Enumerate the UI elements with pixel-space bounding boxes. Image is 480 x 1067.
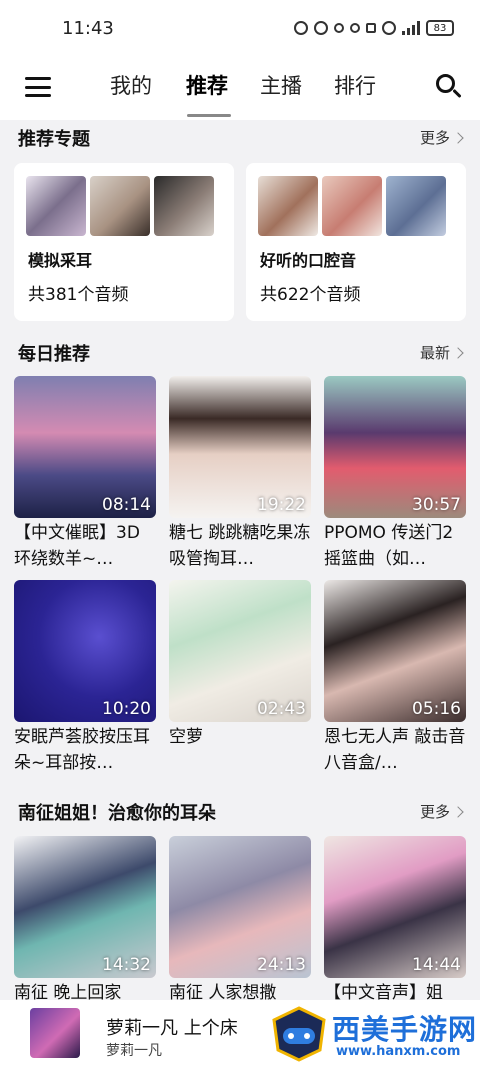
video-card[interactable]: 08:14 【中文催眠】3D环绕数羊~… <box>14 376 156 572</box>
tab-ranking[interactable]: 排行 <box>334 70 376 100</box>
video-thumbnail: 10:20 <box>14 580 156 722</box>
more-label: 更多 <box>419 129 450 147</box>
menu-icon[interactable] <box>25 77 51 97</box>
topic-thumbnails <box>258 176 446 236</box>
video-thumbnail: 05:16 <box>324 580 466 722</box>
section-title-topics: 推荐专题 <box>18 129 90 150</box>
section-title-nanzheng: 南征姐姐！治愈你的耳朵 <box>18 803 216 824</box>
video-duration: 19:22 <box>257 495 306 515</box>
topic-count: 共622个音频 <box>260 285 361 305</box>
watermark-text: 西美手游网 <box>332 1013 478 1046</box>
tab-mine[interactable]: 我的 <box>110 70 152 100</box>
latest-button[interactable]: 最新 <box>419 342 464 363</box>
latest-label: 最新 <box>419 344 450 362</box>
video-duration: 02:43 <box>257 699 306 719</box>
video-duration: 14:32 <box>102 955 151 975</box>
player-artist: 萝莉一凡 <box>106 1043 162 1059</box>
chevron-right-icon <box>452 805 464 818</box>
battery-icon: 83 <box>426 20 454 36</box>
active-tab-indicator <box>187 114 231 117</box>
status-time: 11:43 <box>62 18 114 39</box>
thumbnail-image <box>258 176 318 236</box>
video-duration: 24:13 <box>257 955 306 975</box>
location-icon <box>350 23 360 33</box>
video-title: 糖七 跳跳糖吃果冻吸管掏耳… <box>169 523 311 569</box>
more-topics-button[interactable]: 更多 <box>419 127 464 148</box>
chevron-right-icon <box>452 131 464 144</box>
eye-icon <box>294 21 308 35</box>
watermark-logo-icon <box>272 1006 326 1062</box>
video-duration: 30:57 <box>412 495 461 515</box>
video-duration: 10:20 <box>102 699 151 719</box>
topic-thumbnails <box>26 176 214 236</box>
thumbnail-image <box>26 176 86 236</box>
more-nanzheng-button[interactable]: 更多 <box>419 801 464 822</box>
topic-card[interactable]: 好听的口腔音 共622个音频 <box>246 163 466 321</box>
thumbnail-image <box>90 176 150 236</box>
video-title: PPOMO 传送门2摇篮曲（如… <box>324 523 454 569</box>
thumbnail-image <box>154 176 214 236</box>
video-thumbnail: 24:13 <box>169 836 311 978</box>
video-title: 恩七无人声 敲击音八音盒/… <box>324 727 466 773</box>
topic-name: 好听的口腔音 <box>260 251 357 270</box>
chevron-right-icon <box>452 346 464 359</box>
search-icon[interactable] <box>436 74 462 100</box>
topic-name: 模拟采耳 <box>28 251 93 270</box>
bluetooth-icon <box>334 23 344 33</box>
video-card[interactable]: 10:20 安眠芦荟胶按压耳朵~耳部按… <box>14 580 156 776</box>
tab-recommend[interactable]: 推荐 <box>186 70 228 100</box>
topic-card[interactable]: 模拟采耳 共381个音频 <box>14 163 234 321</box>
video-card[interactable]: 19:22 糖七 跳跳糖吃果冻吸管掏耳… <box>169 376 311 572</box>
video-thumbnail: 02:43 <box>169 580 311 722</box>
video-thumbnail: 19:22 <box>169 376 311 518</box>
watermark-url: www.hanxm.com <box>336 1044 461 1059</box>
thumbnail-image <box>386 176 446 236</box>
video-duration: 05:16 <box>412 699 461 719</box>
signal-icon <box>402 21 420 35</box>
video-thumbnail: 14:44 <box>324 836 466 978</box>
video-card[interactable]: 02:43 空萝 <box>169 580 311 776</box>
video-card[interactable]: 30:57 PPOMO 传送门2摇篮曲（如… <box>324 376 466 572</box>
topic-count: 共381个音频 <box>28 285 129 305</box>
video-duration: 14:44 <box>412 955 461 975</box>
mini-player[interactable]: 萝莉一凡 上个床 萝莉一凡 西美手游网 www.hanxm.com <box>0 1000 480 1067</box>
thumbnail-image <box>322 176 382 236</box>
video-thumbnail: 30:57 <box>324 376 466 518</box>
player-cover-image <box>30 1008 80 1058</box>
video-title: 空萝 <box>169 727 203 747</box>
video-duration: 08:14 <box>102 495 151 515</box>
section-title-daily: 每日推荐 <box>18 344 90 365</box>
video-thumbnail: 08:14 <box>14 376 156 518</box>
mute-icon <box>366 23 376 33</box>
video-thumbnail: 14:32 <box>14 836 156 978</box>
more-label: 更多 <box>419 803 450 821</box>
player-title: 萝莉一凡 上个床 <box>106 1018 238 1039</box>
status-icons: 83 <box>294 20 454 36</box>
video-title: 安眠芦荟胶按压耳朵~耳部按… <box>14 727 150 773</box>
video-card[interactable]: 05:16 恩七无人声 敲击音八音盒/… <box>324 580 466 776</box>
wifi-icon <box>382 21 396 35</box>
tab-anchor[interactable]: 主播 <box>260 70 302 100</box>
top-nav: 我的 推荐 主播 排行 <box>0 58 480 120</box>
status-bar: 11:43 83 <box>0 0 480 58</box>
video-title: 【中文催眠】3D环绕数羊~… <box>14 523 140 569</box>
alarm-icon <box>314 21 328 35</box>
